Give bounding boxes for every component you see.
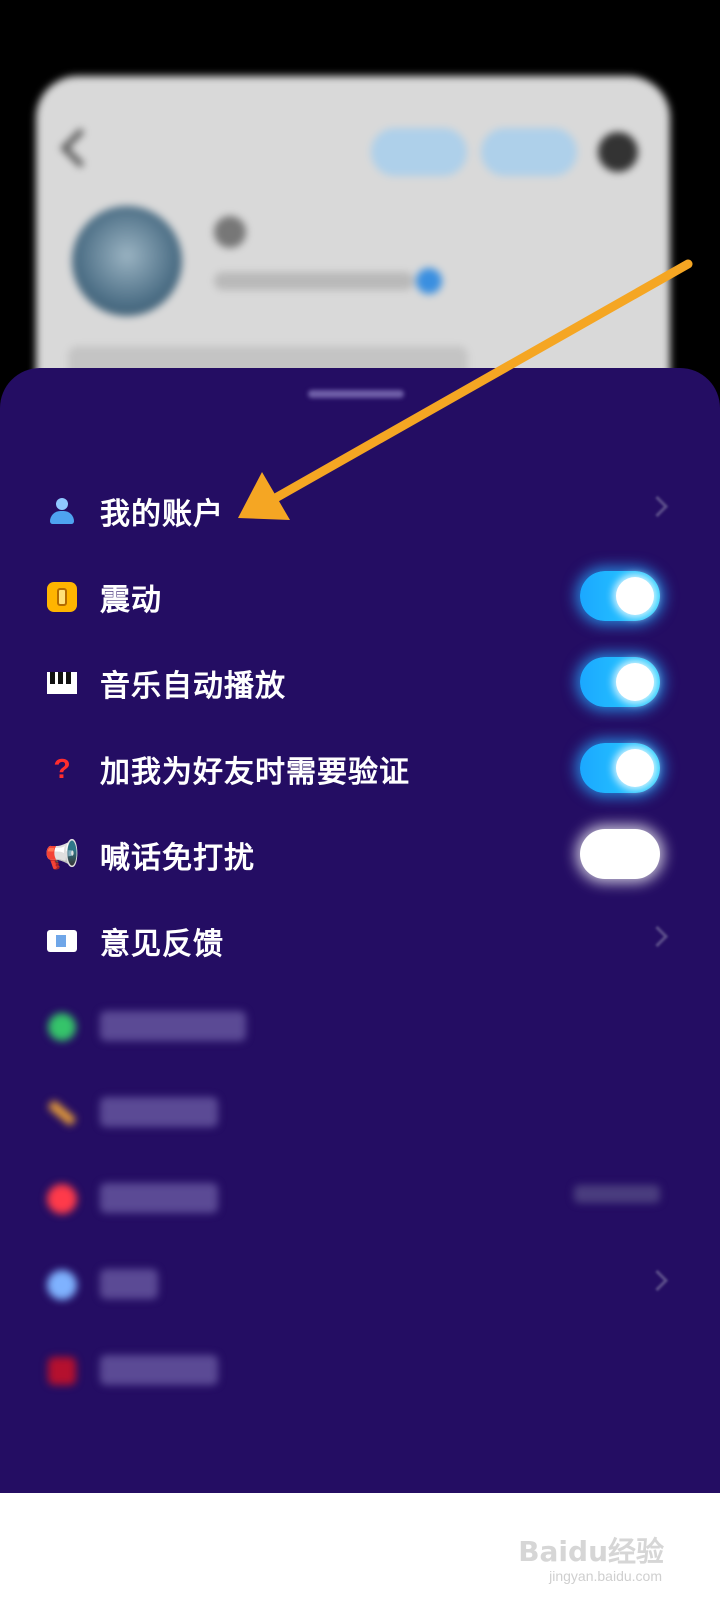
megaphone-icon: 📢	[44, 839, 80, 870]
settings-item-blurred-1[interactable]	[0, 985, 720, 1069]
toggle-knob	[616, 577, 654, 615]
settings-item-blurred-2[interactable]	[0, 1071, 720, 1155]
toggle-knob	[616, 749, 654, 787]
vibrate-icon	[44, 579, 80, 615]
profile-action-button-1[interactable]	[371, 128, 467, 176]
settings-item-blurred-3[interactable]	[0, 1157, 720, 1241]
settings-item-friend-verify: ? 加我为好友时需要验证	[0, 727, 720, 811]
piano-icon	[44, 665, 80, 701]
settings-sheet: 我的账户 震动 音乐自动播放 ? 加我为好友时需要验证 📢 喊话免打扰 意见反馈	[0, 368, 720, 1493]
chevron-right-icon	[646, 1269, 669, 1292]
friend-verify-toggle[interactable]	[580, 743, 660, 793]
watermark-url: jingyan.baidu.com	[549, 1568, 662, 1584]
chevron-right-icon	[646, 495, 669, 518]
record-icon	[44, 1181, 80, 1217]
sheet-handle[interactable]	[308, 390, 404, 398]
profile-id	[214, 272, 414, 290]
verified-badge-icon	[416, 268, 442, 294]
settings-item-feedback[interactable]: 意见反馈	[0, 899, 720, 983]
blurred-label	[100, 1269, 158, 1299]
blurred-label	[100, 1355, 218, 1385]
settings-item-vibrate: 震动	[0, 555, 720, 639]
pencil-icon	[44, 1095, 80, 1131]
settings-item-label: 喊话免打扰	[100, 842, 255, 875]
back-icon[interactable]	[60, 128, 100, 168]
profile-card	[36, 76, 670, 416]
settings-item-label: 我的账户	[100, 498, 224, 531]
chevron-right-icon	[646, 925, 669, 948]
profile-action-button-2[interactable]	[481, 128, 577, 176]
question-icon: ?	[53, 753, 71, 784]
settings-item-label: 音乐自动播放	[100, 670, 286, 703]
blurred-label	[100, 1011, 246, 1041]
settings-item-my-account[interactable]: 我的账户	[0, 469, 720, 553]
settings-item-blurred-5[interactable]	[0, 1329, 720, 1413]
mail-icon	[44, 923, 80, 959]
blurred-value	[574, 1185, 660, 1203]
user-icon	[44, 493, 80, 529]
toggle-knob	[616, 663, 654, 701]
music-autoplay-toggle[interactable]	[580, 657, 660, 707]
blurred-label	[100, 1183, 218, 1213]
toggle-knob	[586, 835, 624, 873]
settings-item-label: 加我为好友时需要验证	[100, 756, 410, 789]
shield-icon	[44, 1009, 80, 1045]
baidu-watermark: Baidu经验	[518, 1535, 664, 1568]
avatar[interactable]	[72, 206, 182, 316]
settings-item-blurred-4[interactable]	[0, 1243, 720, 1327]
logout-icon	[44, 1353, 80, 1389]
settings-item-shout-dnd: 📢 喊话免打扰	[0, 813, 720, 897]
info-icon	[44, 1267, 80, 1303]
profile-name	[214, 216, 246, 248]
more-icon[interactable]	[598, 132, 638, 172]
vibrate-toggle[interactable]	[580, 571, 660, 621]
shout-dnd-toggle[interactable]	[580, 829, 660, 879]
settings-item-label: 震动	[100, 584, 162, 617]
settings-item-label: 意见反馈	[100, 928, 224, 961]
settings-item-music-autoplay: 音乐自动播放	[0, 641, 720, 725]
blurred-label	[100, 1097, 218, 1127]
